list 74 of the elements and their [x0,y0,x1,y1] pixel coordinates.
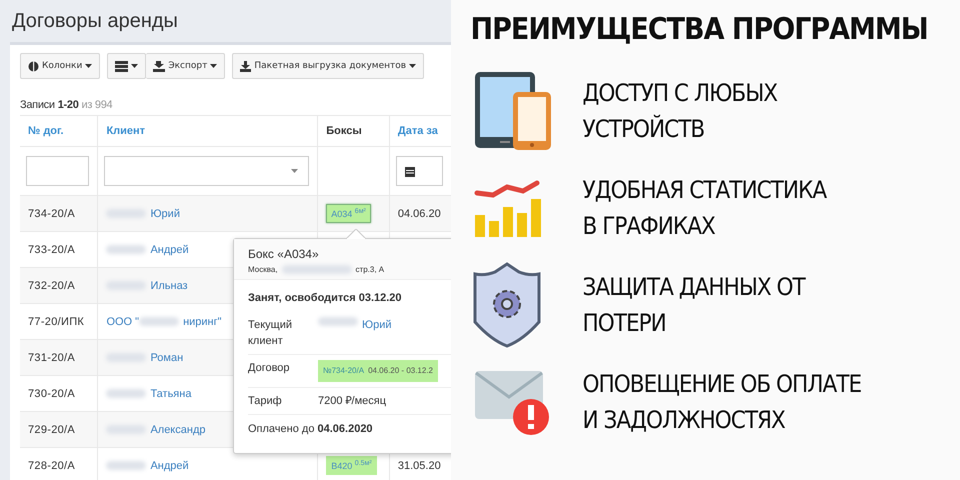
feature-text: ДОСТУП С ЛЮБЫХ УСТРОЙСТВ [582,78,778,144]
devices-icon [472,70,553,152]
client-link[interactable]: Андрей [150,460,189,472]
contract-number: 734-20/А [28,208,76,220]
contract-number: 732-20/А [28,280,76,292]
contract-tag[interactable]: №734-20/А 04.06.20 - 03.12.2 [318,360,438,382]
caret-icon [85,64,92,68]
export-icon [153,60,166,72]
columns-icon [28,60,39,72]
client-link[interactable]: Татьяна [150,388,192,400]
paid-until-text: Оплачено до 04.06.2020 [248,422,374,437]
feature-text: УДОБНАЯ СТАТИСТИКА В ГРАФИКАХ [582,174,826,242]
shield-gear-icon [472,262,541,348]
mail-alert-icon [472,368,551,434]
popover-title: Бокс «А034» [248,247,320,261]
caret-icon [210,64,218,68]
toolbar-button[interactable]: Экспорт [146,53,226,79]
toolbar-button[interactable]: Колонки [20,53,100,79]
date-text: 04.06.20 [398,208,441,220]
caret-icon [291,169,298,173]
box-tag[interactable]: А034 $^{6м²}$ [326,204,371,223]
contract-number: 729-20/А [28,424,76,436]
client-link[interactable]: ниринг" [183,316,222,328]
feature-text: ЗАЩИТА ДАННЫХ ОТ ПОТЕРИ [582,272,805,338]
date-text: 31.05.20 [398,460,441,472]
contract-number: 77-20/ИПК [28,316,84,328]
redacted-mark [282,265,352,274]
address-text: стр.3, А [356,265,384,274]
contract-number: 730-20/А [28,388,76,400]
column-header[interactable]: № дог. [28,125,64,137]
redacted-mark [318,317,358,326]
client-link[interactable]: ООО " [106,316,140,328]
redacted-mark [106,281,146,290]
field-label: Текущий клиент [248,318,293,349]
feature-text: ОПОВЕЩЕНИЕ ОБ ОПЛАТЕ И ЗАДОЛЖНОСТЯХ [582,368,862,436]
column-header[interactable]: Дата за [398,125,438,137]
contract-number: 728-20/А [28,460,76,472]
client-link[interactable]: Александр [150,424,206,436]
redacted-mark [106,461,146,470]
download-icon [240,60,252,72]
redacted-mark [106,209,146,218]
field-value: 7200 ₽/месяц [318,394,386,409]
redacted-mark [106,245,146,254]
records-label: Записи [20,99,55,111]
toolbar-button[interactable]: Пакетная выгрузка документов [232,53,424,79]
contract-number: 733-20/А [28,244,76,256]
client-link[interactable]: Юрий [362,317,392,333]
caret-icon [131,64,138,68]
filter-field[interactable] [26,156,90,186]
records-range: 1-20 [58,99,79,111]
calendar-icon [404,166,415,176]
redacted-mark [106,425,146,434]
redacted-mark [106,389,146,398]
field-label: Договор [248,361,291,376]
date-filter-field[interactable] [396,156,443,186]
status-text: Занят, освободится 03.12.20 [248,291,403,306]
promo-title: ПРЕИМУЩЕСТВА ПРОГРАММЫ [470,11,929,49]
records-total: из 994 [82,99,112,111]
caret-icon [409,64,416,68]
redacted-mark [106,353,146,362]
field-label: Тариф [248,394,283,409]
column-header: Боксы [326,125,362,137]
client-link[interactable]: Андрей [150,244,189,256]
column-header[interactable]: Клиент [106,125,146,137]
client-link[interactable]: Юрий [150,208,180,220]
list-icon [115,60,128,72]
client-link[interactable]: Ильназ [150,280,188,292]
contract-number: 731-20/А [28,352,76,364]
page-title: Договоры аренды [11,9,179,34]
redacted-mark [139,317,180,326]
toolbar-button[interactable] [107,53,146,79]
box-tag[interactable]: В420 $^{0.5м²}$ [326,456,377,475]
client-link[interactable]: Роман [150,352,184,364]
address-text: Москва, [248,265,278,274]
